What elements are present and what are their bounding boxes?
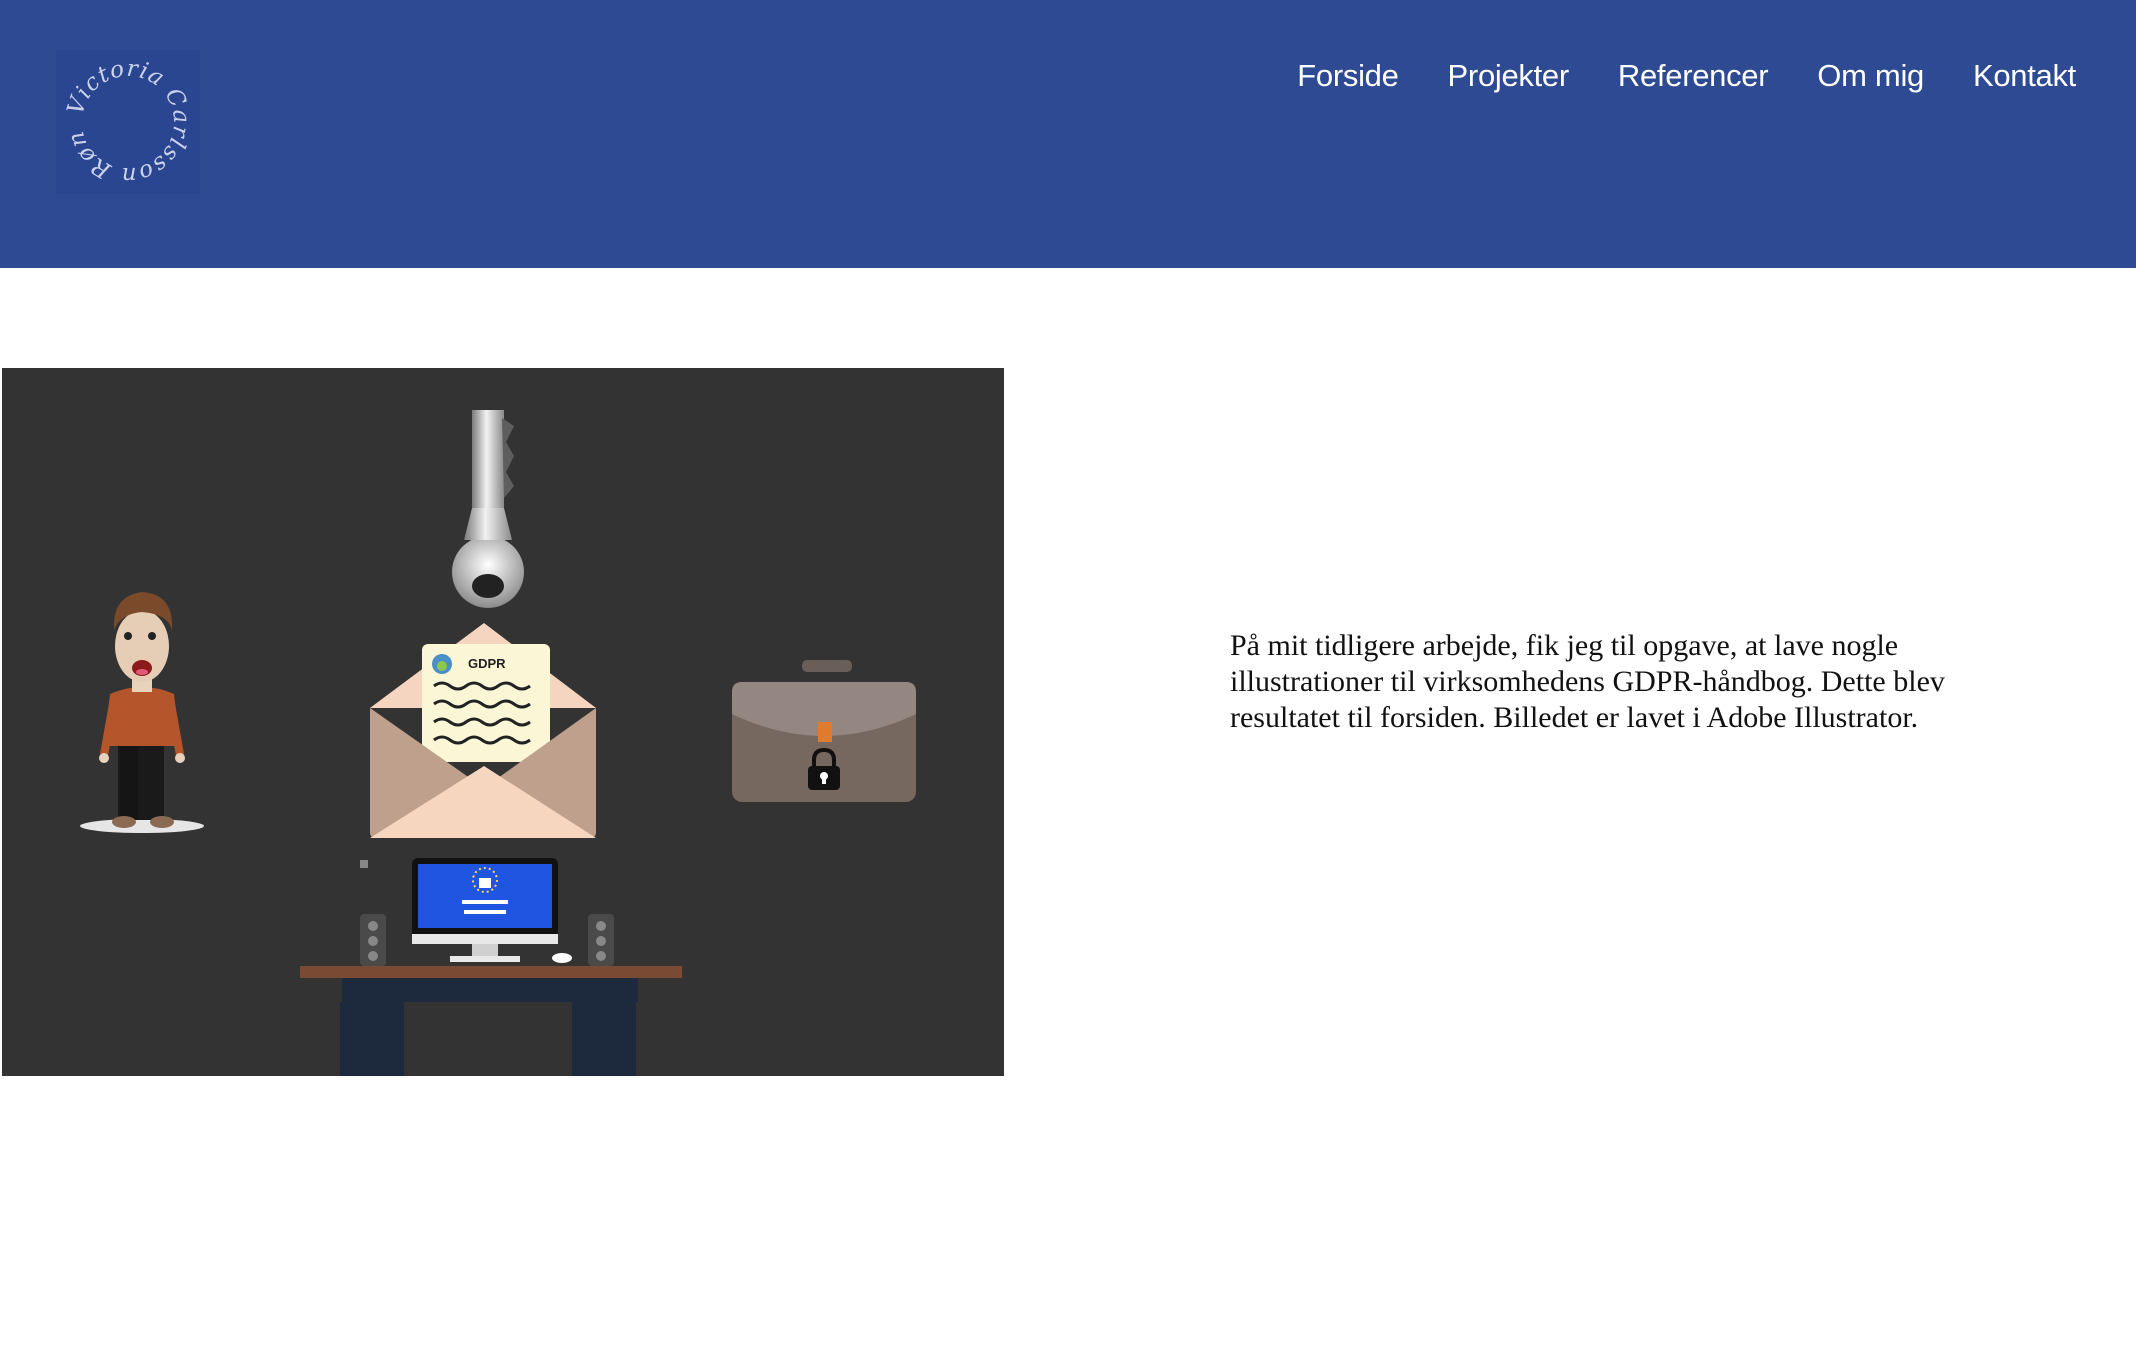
circular-signature-logo-icon: Victoria Carlsson Rønne (56, 50, 194, 188)
envelope-icon: GDPR (370, 623, 596, 838)
nav-kontakt[interactable]: Kontakt (1973, 58, 2076, 94)
svg-text:Victoria Carlsson Rønne: Victoria Carlsson Rønne (56, 50, 194, 188)
project-description: På mit tidligere arbejde, fik jeg til op… (1230, 629, 1945, 734)
nav-forside[interactable]: Forside (1297, 58, 1399, 94)
logo-text: Victoria Carlsson Rønne (56, 50, 193, 188)
nav-om-mig[interactable]: Om mig (1817, 58, 1924, 94)
briefcase-icon (732, 660, 916, 802)
nav-referencer[interactable]: Referencer (1618, 58, 1769, 94)
computer-desk-icon (300, 858, 682, 1076)
main-nav: Forside Projekter Referencer Om mig Kont… (1297, 58, 2076, 94)
nav-projekter[interactable]: Projekter (1448, 58, 1570, 94)
person-icon (80, 592, 204, 833)
logo[interactable]: Victoria Carlsson Rønne (56, 50, 200, 194)
gdpr-illustration: GDPR (2, 368, 1004, 1076)
key-icon (452, 410, 524, 608)
letter-label: GDPR (468, 656, 506, 671)
site-header: Victoria Carlsson Rønne Forside Projekte… (0, 0, 2136, 268)
